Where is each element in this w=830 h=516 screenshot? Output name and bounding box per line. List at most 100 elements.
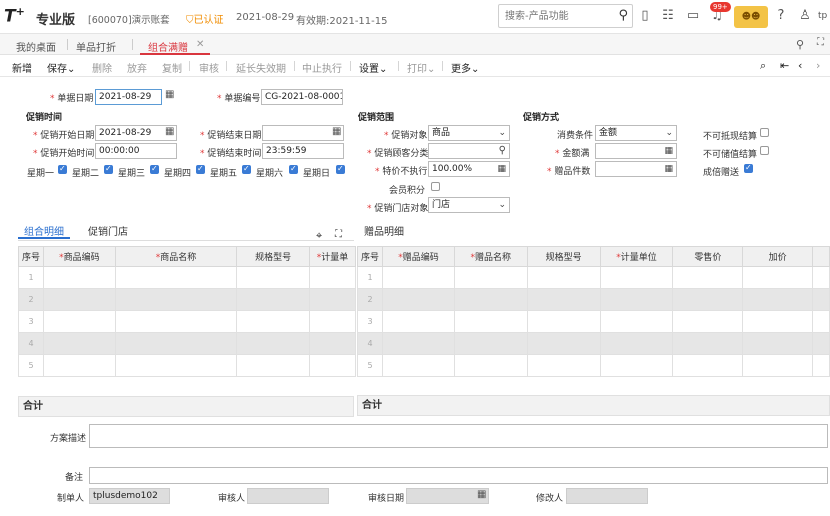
extend-expiry-button[interactable]: 延长失效期 [236, 60, 286, 75]
search-input[interactable] [499, 5, 607, 27]
copy-button[interactable]: 复制 [162, 60, 182, 75]
no-stored-checkbox[interactable] [760, 146, 769, 155]
tab-combo-gift[interactable]: 组合满赠 [148, 39, 188, 54]
search-icon[interactable]: ⚲ [499, 144, 506, 158]
tab-divider [18, 240, 354, 241]
target-select[interactable]: 商品 ⌄ [428, 125, 510, 141]
weekday-mon-label: 星期一 [27, 169, 55, 179]
customer-class-input[interactable]: ⚲ [428, 143, 510, 159]
remark-input[interactable] [89, 467, 828, 484]
abandon-button[interactable]: 放弃 [127, 60, 147, 75]
weekday-sat-checkbox[interactable] [289, 164, 298, 174]
tab-divider [67, 39, 68, 50]
plan-desc-label: 方案描述 [50, 434, 87, 444]
range-section-title: 促销范围 [358, 113, 395, 123]
col-markup: 加价 [742, 246, 814, 267]
weekday-sun-checkbox[interactable] [336, 164, 345, 174]
gift-sum-row: 合计 [357, 395, 830, 416]
member-points-checkbox[interactable] [431, 182, 440, 191]
help-icon[interactable]: ? [773, 8, 789, 23]
first-page-icon[interactable]: ⇤ [780, 59, 789, 72]
settings-button[interactable]: 设置⌄ [359, 60, 387, 75]
col-seq: 序号 [356, 246, 384, 267]
weekday-fri-checkbox[interactable] [242, 164, 251, 174]
more-button[interactable]: 更多⌄ [451, 60, 479, 75]
plan-desc-input[interactable] [89, 424, 828, 448]
stop-execution-button[interactable]: 中止执行 [302, 60, 342, 75]
combo-detail-table: 序号 *商品编码 *商品名称 规格型号 *计量单 1 2 3 4 5 [17, 246, 356, 377]
doc-no-label: * 单据编号 [217, 94, 261, 104]
tab-desktop[interactable]: 我的桌面 [16, 39, 56, 54]
promo-avatar-icon[interactable]: ☻☻ [734, 6, 768, 28]
time-section-title: 促销时间 [26, 113, 63, 123]
table-row[interactable]: 4 [17, 332, 356, 355]
print-button[interactable]: 打印⌄ [407, 60, 435, 75]
remark-label: 备注 [65, 473, 84, 483]
doc-date-input[interactable]: 2021-08-29 [95, 89, 162, 105]
account-name[interactable]: [600070]演示账套 [88, 12, 170, 26]
store-target-label: * 促销门店对象 [367, 204, 429, 214]
weekday-tue-label: 星期二 [72, 169, 100, 179]
col-extra [812, 246, 830, 267]
search-icon[interactable]: ⚲ [618, 8, 628, 23]
tab-promo-store[interactable]: 促销门店 [88, 223, 128, 238]
mobile-icon[interactable]: ▯ [637, 8, 653, 23]
calendar-icon[interactable]: ▦ [332, 126, 341, 137]
delete-button[interactable]: 删除 [92, 60, 112, 75]
multiple-gift-checkbox[interactable] [744, 163, 753, 173]
fullscreen-icon[interactable]: ⛶ [817, 37, 824, 48]
checklist-icon[interactable]: ☷ [660, 8, 676, 23]
calendar-icon[interactable]: ▦ [165, 126, 174, 137]
user-name[interactable]: tp [818, 11, 827, 21]
save-button[interactable]: 保存⌄ [47, 60, 75, 75]
chevron-down-icon: ⌄ [498, 200, 506, 210]
start-date-label: * 促销开始日期 [33, 131, 95, 141]
weekday-thu-checkbox[interactable] [196, 164, 205, 174]
audit-button[interactable]: 审核 [199, 60, 219, 75]
calculator-icon[interactable]: ▦ [664, 144, 673, 158]
close-tab-icon[interactable]: ✕ [196, 39, 204, 50]
calculator-icon[interactable]: ▦ [497, 162, 506, 176]
table-row[interactable]: 1 [17, 266, 356, 289]
prev-page-icon[interactable]: ‹ [798, 59, 802, 72]
locate-icon[interactable]: ⌕ [760, 59, 766, 73]
calendar-icon[interactable]: ▦ [477, 489, 486, 500]
doc-no-input[interactable]: CG-2021-08-0001 [261, 89, 343, 105]
search-tab-icon[interactable]: ⚲ [796, 38, 804, 51]
weekday-wed-checkbox[interactable] [150, 164, 159, 174]
table-row[interactable]: 4 [356, 332, 830, 355]
calculator-icon[interactable]: ▦ [664, 162, 673, 176]
col-seq: 序号 [17, 246, 45, 267]
table-row[interactable]: 5 [356, 354, 830, 377]
next-page-icon[interactable]: › [816, 59, 820, 72]
table-row[interactable]: 3 [17, 310, 356, 333]
weekday-mon-checkbox[interactable] [58, 164, 67, 174]
message-icon[interactable]: ▭ [685, 8, 701, 23]
table-row[interactable]: 2 [356, 288, 830, 311]
condition-select[interactable]: 金额 ⌄ [595, 125, 677, 141]
amount-input[interactable]: ▦ [595, 143, 677, 159]
start-time-input[interactable]: 00:00:00 [95, 143, 177, 159]
store-target-select[interactable]: 门店 ⌄ [428, 197, 510, 213]
no-offset-checkbox[interactable] [760, 128, 769, 137]
weekday-tue-checkbox[interactable] [104, 164, 113, 174]
end-date-label: * 促销结束日期 [200, 131, 262, 141]
user-icon[interactable]: ♙ [797, 8, 813, 23]
chevron-down-icon: ⌄ [379, 64, 388, 75]
calendar-icon[interactable]: ▦ [165, 89, 174, 100]
table-row[interactable]: 2 [17, 288, 356, 311]
table-row[interactable]: 5 [17, 354, 356, 377]
expand-icon[interactable]: ⛶ [335, 229, 342, 240]
tab-combo-detail[interactable]: 组合明细 [24, 223, 64, 238]
member-points-label: 会员积分 [389, 186, 426, 196]
gift-count-input[interactable]: ▦ [595, 161, 677, 177]
app-logo[interactable]: T+ [4, 5, 25, 27]
auditor-label: 审核人 [218, 494, 246, 504]
new-button[interactable]: 新增 [12, 60, 32, 75]
table-row[interactable]: 3 [356, 310, 830, 333]
end-time-input[interactable]: 23:59:59 [262, 143, 344, 159]
chevron-down-icon: ⌄ [427, 64, 436, 75]
table-row[interactable]: 1 [356, 266, 830, 289]
special-price-input[interactable]: 100.00% ▦ [428, 161, 510, 177]
tab-single-discount[interactable]: 单品打折 [76, 39, 116, 54]
